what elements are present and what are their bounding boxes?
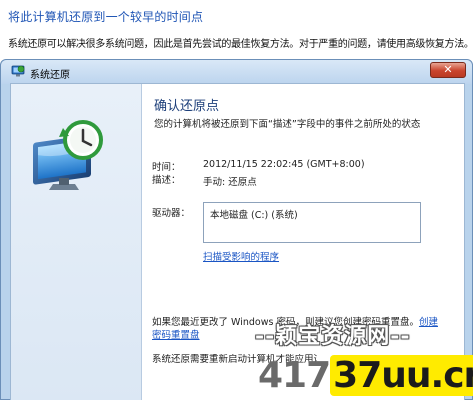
close-button[interactable]: ✕ (430, 62, 466, 78)
article-text: 系统还原可以解决很多系统问题，因此是首先尝试的最佳恢复方法。对于严重的问题，请使… (8, 39, 473, 50)
left-banner-panel (11, 84, 142, 400)
watermark-domain-prefix: 417 (258, 355, 331, 396)
dialog-title: 系统还原 (30, 70, 70, 81)
watermark-site-name: --颖宝资源网-- (255, 323, 411, 349)
dialog-titlebar[interactable]: 系统还原 ✕ (1, 60, 472, 84)
description-label: 描述： (152, 175, 181, 186)
page-subtext: 您的计算机将被还原到下面“描述”字段中的事件之前所处的状态 (154, 119, 421, 130)
drive-item[interactable]: 本地磁盘 (C:) (系统) (210, 207, 298, 221)
scan-affected-programs-link[interactable]: 扫描受影响的程序 (203, 249, 279, 263)
monitor-clock-icon (33, 120, 103, 190)
drives-label: 驱动器： (152, 208, 191, 219)
time-label: 时间： (152, 162, 181, 173)
watermark-domain: 41737uu.cn (258, 355, 473, 400)
dialog-client-area: 确认还原点 您的计算机将被还原到下面“描述”字段中的事件之前所处的状态 时间： … (10, 83, 465, 400)
close-icon: ✕ (443, 63, 453, 76)
system-restore-icon (11, 65, 25, 77)
time-value: 2012/11/15 22:02:45 (GMT+8:00) (203, 159, 365, 170)
article-title: 将此计算机还原到一个较早的时间点 (8, 10, 204, 24)
watermark-domain-highlight: 37uu.cn (330, 355, 473, 396)
drives-list[interactable]: 本地磁盘 (C:) (系统) (203, 202, 421, 243)
page-heading: 确认还原点 (154, 99, 220, 114)
description-value: 手动: 还原点 (203, 177, 257, 188)
